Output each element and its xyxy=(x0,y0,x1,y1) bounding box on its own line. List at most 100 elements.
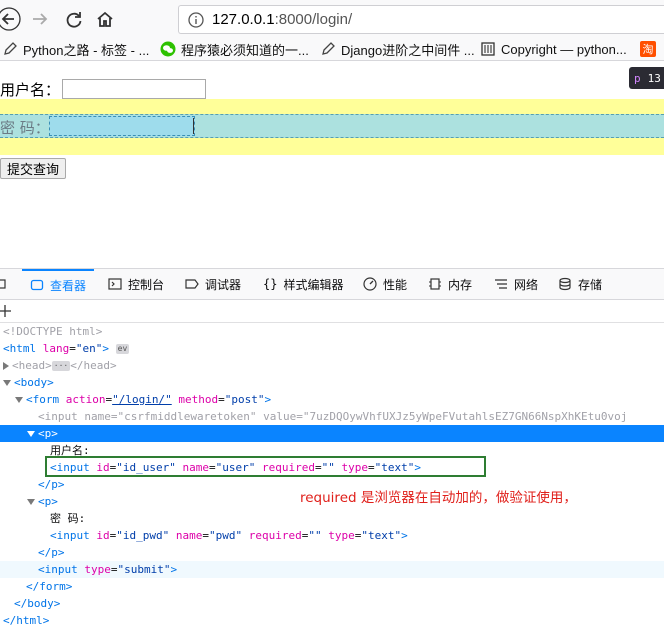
tree-line[interactable]: </body> xyxy=(0,595,664,612)
tree-line[interactable]: <input id="id_pwd" name="pwd" required="… xyxy=(0,527,664,544)
p-tag: <p> xyxy=(38,427,58,440)
username-row: 用户名： xyxy=(0,77,207,101)
tree-line[interactable]: </p> xyxy=(0,544,664,561)
tab-performance[interactable]: 性能 xyxy=(363,269,407,299)
bookmark-label: 程序猿必须知道的一... xyxy=(181,42,309,58)
event-badge[interactable]: ev xyxy=(115,344,130,354)
bookmark-item[interactable]: Python之路 - 标签 - ... xyxy=(2,40,149,58)
tab-console[interactable]: 控制台 xyxy=(108,269,164,299)
highlight-box xyxy=(45,456,486,477)
url-text: 127.0.0.1:8000/login/ xyxy=(212,11,352,28)
tooltip-tag: p xyxy=(634,71,641,85)
tab-label: 内存 xyxy=(448,277,473,292)
devtools-panel: 查看器 控制台 调试器 {} 样式编辑器 性能 内存 网络 存储 <!DOCTYP… xyxy=(0,268,664,636)
bookmark-item[interactable]: 淘 xyxy=(640,40,661,58)
inspector-toolbar xyxy=(0,300,664,323)
wechat-icon xyxy=(160,41,176,57)
add-node-icon[interactable] xyxy=(0,304,12,318)
tab-label: 样式编辑器 xyxy=(283,277,344,292)
url-bar[interactable]: 127.0.0.1:8000/login/ xyxy=(178,5,664,34)
attr-name: lang xyxy=(42,342,70,355)
back-button[interactable] xyxy=(0,7,22,31)
bookmark-item[interactable]: 程序猿必须知道的一... xyxy=(160,40,309,58)
page-content: 用户名： 密 码： 提交查询 p 13 xyxy=(0,61,664,268)
bookmark-item[interactable]: Django进阶之中间件 ... xyxy=(320,40,475,58)
collapse-icon[interactable] xyxy=(27,431,35,437)
debugger-icon xyxy=(185,277,199,291)
reload-button[interactable] xyxy=(62,7,86,31)
tree-line[interactable]: </form> xyxy=(0,578,664,595)
inspector-tooltip: p 13 xyxy=(629,67,664,89)
p-tag: <p> xyxy=(38,495,58,508)
element-picker-button[interactable] xyxy=(0,269,8,299)
tree-line[interactable]: </html> xyxy=(0,612,664,629)
style-editor-icon: {} xyxy=(263,277,278,291)
collapse-icon[interactable] xyxy=(3,380,11,386)
attr-value: "id_pwd" xyxy=(116,529,170,542)
tab-label: 控制台 xyxy=(128,277,165,292)
tooltip-size: 13 xyxy=(647,71,661,85)
attr-value: "pwd" xyxy=(208,529,243,542)
bookmark-label: Python之路 - 标签 - ... xyxy=(23,42,150,58)
bookmarks-toolbar: Python之路 - 标签 - ... 程序猿必须知道的一... Django进… xyxy=(0,38,664,61)
text-cursor xyxy=(193,118,194,134)
password-input[interactable] xyxy=(49,116,195,136)
html-close-tag: </html> xyxy=(3,614,50,627)
bookmark-label: Django进阶之中间件 ... xyxy=(341,42,475,58)
body-close-tag: </body> xyxy=(14,597,61,610)
tree-line[interactable]: 密 码: xyxy=(0,510,664,527)
tree-line[interactable]: <!DOCTYPE html> xyxy=(0,323,664,340)
tree-line-selected[interactable]: <p> xyxy=(0,425,664,442)
tree-line[interactable]: <input name="csrfmiddlewaretoken" value=… xyxy=(0,408,664,425)
info-icon[interactable] xyxy=(188,12,204,28)
attr-value: "submit" xyxy=(117,563,171,576)
collapse-icon[interactable] xyxy=(15,397,23,403)
tab-inspector[interactable]: 查看器 xyxy=(22,269,95,299)
forward-button[interactable] xyxy=(28,7,52,31)
console-icon xyxy=(108,277,122,291)
forward-arrow-icon xyxy=(33,13,48,25)
form-method-value: "post" xyxy=(224,393,265,406)
tab-debugger[interactable]: 调试器 xyxy=(185,269,241,299)
form-tag: <form xyxy=(26,393,60,406)
tab-network[interactable]: 网络 xyxy=(494,269,538,299)
head-close-tag: </head> xyxy=(70,359,117,372)
form-action-value[interactable]: "/login/" xyxy=(112,393,172,406)
home-button[interactable] xyxy=(93,7,117,31)
attr-value: "" xyxy=(308,529,322,542)
tree-line[interactable]: <input type="submit"> xyxy=(0,561,664,578)
collapse-icon[interactable] xyxy=(27,499,35,505)
html-tag: <html xyxy=(3,342,37,355)
tab-memory[interactable]: 内存 xyxy=(428,269,472,299)
body-tag: <body> xyxy=(14,376,54,389)
memory-icon xyxy=(428,277,442,291)
head-tag: <head> xyxy=(12,359,52,372)
csrf-input-line: <input name="csrfmiddlewaretoken" value=… xyxy=(38,410,628,423)
submit-button[interactable]: 提交查询 xyxy=(0,158,67,179)
book-icon xyxy=(480,41,496,57)
element-picker-icon xyxy=(0,279,6,289)
tree-line[interactable]: <head> ··· </head> xyxy=(0,357,664,374)
doctype-text: <!DOCTYPE html> xyxy=(3,325,103,338)
expand-icon[interactable] xyxy=(3,362,9,370)
pencil-icon xyxy=(2,41,18,57)
tab-label: 调试器 xyxy=(205,277,242,292)
pencil-icon xyxy=(320,41,336,57)
bookmark-item[interactable]: Copyright — python... xyxy=(480,40,627,58)
collapsed-badge[interactable]: ··· xyxy=(51,361,71,371)
tree-line[interactable]: <form action="/login/" method="post"> xyxy=(0,391,664,408)
username-label: 用户名： xyxy=(0,80,61,99)
reload-icon xyxy=(66,12,82,28)
username-input[interactable] xyxy=(62,79,207,99)
bookmark-label: Copyright — python... xyxy=(501,41,627,57)
tree-line[interactable]: <html lang="en"> ev xyxy=(0,340,664,357)
password-text-node: 密 码: xyxy=(50,512,86,525)
inspector-icon xyxy=(30,278,44,292)
tree-line[interactable]: <body> xyxy=(0,374,664,391)
tab-style-editor[interactable]: {} 样式编辑器 xyxy=(263,269,343,299)
performance-icon xyxy=(363,277,377,291)
tab-label: 查看器 xyxy=(50,278,87,293)
network-icon xyxy=(494,277,508,291)
devtools-tabbar: 查看器 控制台 调试器 {} 样式编辑器 性能 内存 网络 存储 xyxy=(0,269,664,300)
tab-storage[interactable]: 存储 xyxy=(558,269,602,299)
